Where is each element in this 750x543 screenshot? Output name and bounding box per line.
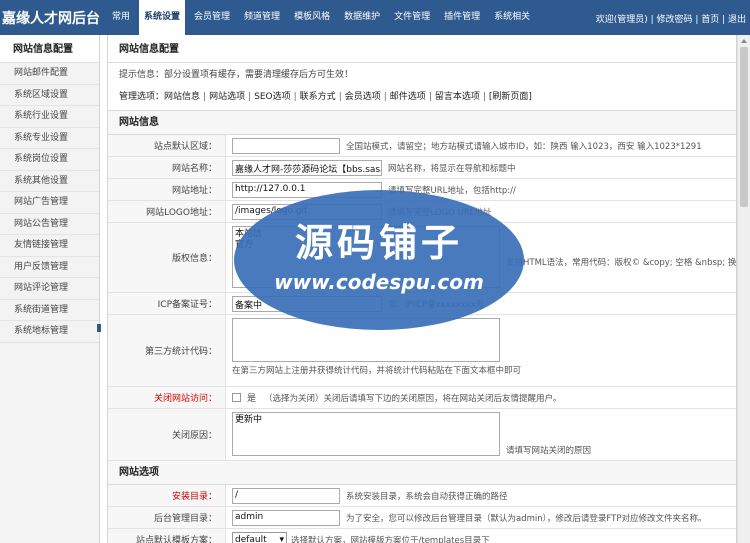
icp-input[interactable]: 备案中 <box>232 295 382 312</box>
row-stats-code: 第三方统计代码： 在第三方网站上注册并获得统计代码，并将统计代码粘贴在下面文本框… <box>108 315 736 387</box>
app-logo: 嘉缘人才网后台 <box>2 11 100 27</box>
close-site-hint: （选择为关闭）关闭后请填写下边的关闭原因，将在网站关闭后友情提醒用户。 <box>264 393 562 404</box>
main-nav: 常用 系统设置 会员管理 频道管理 模板风格 数据维护 文件管理 插件管理 系统… <box>107 0 539 35</box>
site-url-input[interactable]: http://127.0.0.1 <box>232 181 382 198</box>
scroll-thumb[interactable] <box>740 47 748 207</box>
chevron-down-icon: ▾ <box>279 534 284 543</box>
option-site-info[interactable]: 网站信息 <box>164 92 200 102</box>
default-area-input[interactable] <box>232 137 340 154</box>
option-contact[interactable]: 联系方式 <box>300 92 336 102</box>
user-links[interactable]: 欢迎(管理员) | 修改密码 | 首页 | 退出 <box>596 12 746 25</box>
template-hint: 选择默认方案，网站模版方案位于/templates目录下 <box>291 535 490 543</box>
label-site-url: 网站地址： <box>108 179 226 200</box>
close-reason-textarea[interactable]: 更新中 <box>232 412 500 456</box>
nav-item-channel[interactable]: 频道管理 <box>239 0 285 35</box>
logo-url-input[interactable]: /images/logo.gif <box>232 203 382 220</box>
sidebar-item-feedback[interactable]: 用户反馈管理 <box>0 257 99 278</box>
label-copyright: 版权信息： <box>108 223 226 292</box>
vertical-scrollbar[interactable] <box>737 35 750 543</box>
label-site-name: 网站名称： <box>108 157 226 178</box>
row-install-dir: 安装目录： / 系统安装目录，系统会自动获得正确的路径 <box>108 485 736 507</box>
options-label: 管理选项： <box>119 92 165 102</box>
label-icp: ICP备案证号： <box>108 293 226 314</box>
option-refresh[interactable]: [刷新页面] <box>489 92 532 102</box>
main-panel: 网站信息配置 提示信息：部分设置项有缓存，需要清理缓存后方可生效！ 管理选项：网… <box>107 35 737 543</box>
row-close-reason: 关闭原因： 更新中 请填写网站关闭的原因 <box>108 409 736 461</box>
stats-code-hint: 在第三方网站上注册并获得统计代码，并将统计代码粘贴在下面文本框中即可 <box>232 366 522 376</box>
option-seo[interactable]: SEO选项 <box>254 92 290 102</box>
sidebar-item-comments[interactable]: 网站评论管理 <box>0 278 99 300</box>
sidebar-item-major[interactable]: 系统专业设置 <box>0 128 99 149</box>
sidebar-item-ads[interactable]: 网站广告管理 <box>0 192 99 214</box>
close-site-checkbox-label: 是 <box>247 394 257 404</box>
admin-dir-hint: 为了安全，您可以修改后台管理目录（默认为admin），修改后请登录FTP对应修改… <box>346 513 707 524</box>
template-select[interactable]: default ▾ <box>232 532 287 543</box>
site-name-hint: 网站名称，将显示在导航和标题中 <box>388 163 516 174</box>
default-area-hint: 全国站模式，请留空；地方站模式请输入城市ID，如：陕西 输入1023，西安 输入… <box>346 141 702 152</box>
option-mail[interactable]: 邮件选项 <box>390 92 426 102</box>
copyright-hint: 支持HTML语法，常用代码：版权© &copy; 空格 &nbsp; 换行 <box>506 258 736 268</box>
stats-code-textarea[interactable] <box>232 318 500 362</box>
section-site-info: 网站信息 <box>108 111 736 135</box>
install-dir-hint: 系统安装目录，系统会自动获得正确的路径 <box>346 491 508 502</box>
options-bar: 管理选项：网站信息 | 网站选项 | SEO选项 | 联系方式 | 会员选项 | 邮件选项 | 留言本选… <box>108 87 736 111</box>
label-install-dir: 安装目录： <box>108 485 226 506</box>
nav-item-data[interactable]: 数据维护 <box>339 0 385 35</box>
label-template: 站点默认模板方案： <box>108 529 226 543</box>
tip-message: 提示信息：部分设置项有缓存，需要清理缓存后方可生效！ <box>119 70 354 80</box>
sidebar-toggle-handle[interactable] <box>97 324 101 332</box>
sidebar-item-site-info[interactable]: 网站信息配置 <box>0 35 99 63</box>
sidebar-item-notice[interactable]: 网站公告管理 <box>0 214 99 235</box>
nav-item-system-settings[interactable]: 系统设置 <box>139 0 186 35</box>
copyright-textarea[interactable]: 本站信 官方 <box>232 226 500 288</box>
label-close-site: 关闭网站访问： <box>108 387 226 408</box>
sidebar-item-landmarks[interactable]: 系统地标管理 <box>0 321 99 343</box>
nav-item-system-related[interactable]: 系统相关 <box>489 0 535 35</box>
sidebar-item-streets[interactable]: 系统街道管理 <box>0 300 99 321</box>
close-site-checkbox[interactable] <box>232 393 241 402</box>
sidebar-item-other[interactable]: 系统其他设置 <box>0 171 99 192</box>
label-stats-code: 第三方统计代码： <box>108 315 226 386</box>
row-site-name: 网站名称： 嘉缘人才网-莎莎源码论坛【bbs.sasa 网站名称，将显示在导航和标… <box>108 157 736 179</box>
nav-item-template[interactable]: 模板风格 <box>289 0 335 35</box>
row-copyright: 版权信息： 本站信 官方 支持HTML语法，常用代码：版权© &copy; 空格 … <box>108 223 736 293</box>
scroll-up-arrow-icon[interactable] <box>741 39 747 43</box>
nav-item-member[interactable]: 会员管理 <box>189 0 235 35</box>
install-dir-input[interactable]: / <box>232 487 340 504</box>
sidebar-item-industry[interactable]: 系统行业设置 <box>0 106 99 128</box>
top-header: 嘉缘人才网后台 常用 系统设置 会员管理 频道管理 模板风格 数据维护 文件管理… <box>0 0 750 35</box>
sidebar: 网站信息配置 网站邮件配置 系统区域设置 系统行业设置 系统专业设置 系统岗位设… <box>0 35 100 543</box>
nav-item-plugins[interactable]: 插件管理 <box>439 0 485 35</box>
label-default-area: 站点默认区域： <box>108 135 226 156</box>
logo-url-hint: 请填写完整LOGO URL地址 <box>388 207 492 218</box>
row-default-area: 站点默认区域： 全国站模式，请留空；地方站模式请输入城市ID，如：陕西 输入10… <box>108 135 736 157</box>
label-admin-dir: 后台管理目录： <box>108 507 226 528</box>
page-title: 网站信息配置 <box>108 35 736 63</box>
close-reason-hint: 请填写网站关闭的原因 <box>506 446 592 456</box>
option-member[interactable]: 会员选项 <box>345 92 381 102</box>
admin-dir-input[interactable]: admin <box>232 509 340 526</box>
row-icp: ICP备案证号： 备案中 如：沪ICP备xxxxxxxx号 <box>108 293 736 315</box>
option-guestbook[interactable]: 留言本选项 <box>435 92 480 102</box>
sidebar-item-links[interactable]: 友情链接管理 <box>0 235 99 257</box>
row-site-url: 网站地址： http://127.0.0.1 请填写完整URL地址，包括http:… <box>108 179 736 201</box>
sidebar-item-mail[interactable]: 网站邮件配置 <box>0 63 99 85</box>
row-close-site: 关闭网站访问： 是 （选择为关闭）关闭后请填写下边的关闭原因，将在网站关闭后友情提… <box>108 387 736 409</box>
label-close-reason: 关闭原因： <box>108 409 226 460</box>
sidebar-item-position[interactable]: 系统岗位设置 <box>0 149 99 171</box>
nav-item-common[interactable]: 常用 <box>107 0 135 35</box>
row-admin-dir: 后台管理目录： admin 为了安全，您可以修改后台管理目录（默认为admin），… <box>108 507 736 529</box>
sidebar-item-area[interactable]: 系统区域设置 <box>0 85 99 106</box>
row-template: 站点默认模板方案： default ▾ 选择默认方案，网站模版方案位于/templa… <box>108 529 736 543</box>
nav-item-files[interactable]: 文件管理 <box>389 0 435 35</box>
site-name-input[interactable]: 嘉缘人才网-莎莎源码论坛【bbs.sasa <box>232 159 382 176</box>
site-url-hint: 请填写完整URL地址，包括http:// <box>388 185 516 196</box>
section-site-options: 网站选项 <box>108 461 736 485</box>
option-site-options[interactable]: 网站选项 <box>209 92 245 102</box>
icp-hint: 如：沪ICP备xxxxxxxx号 <box>388 299 485 310</box>
template-select-value: default <box>235 534 267 543</box>
label-logo-url: 网站LOGO地址： <box>108 201 226 222</box>
row-logo-url: 网站LOGO地址： /images/logo.gif 请填写完整LOGO URL地… <box>108 201 736 223</box>
